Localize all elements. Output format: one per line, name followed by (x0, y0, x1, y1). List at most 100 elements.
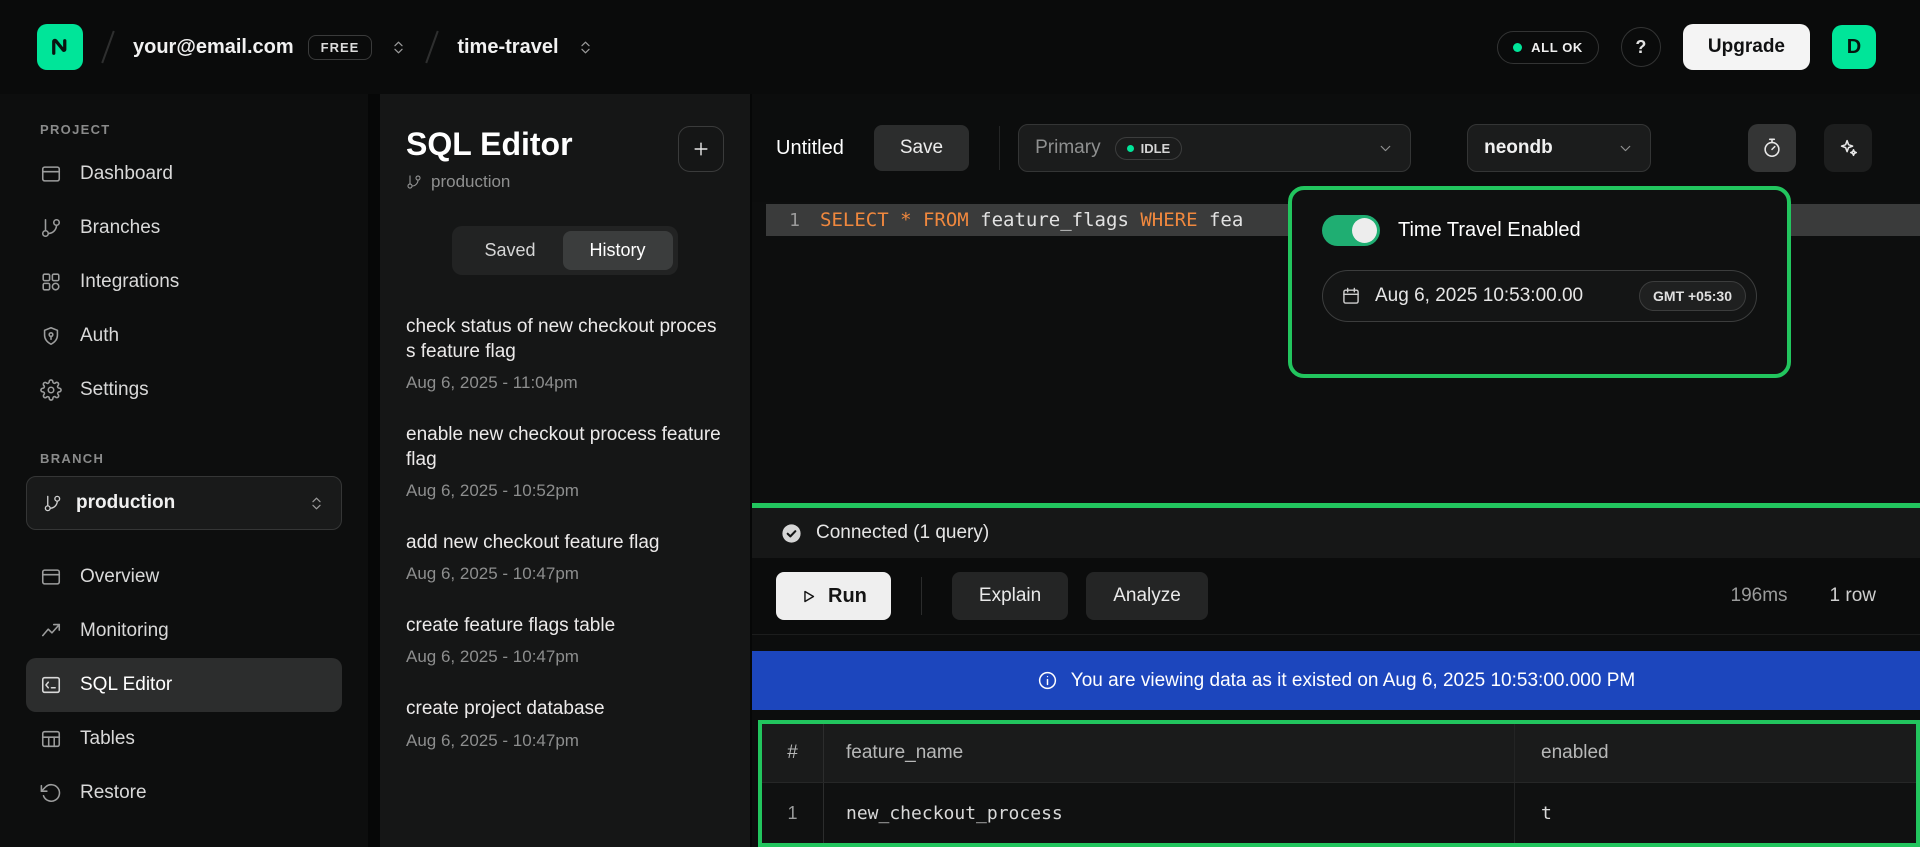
branches-icon (40, 217, 62, 239)
explain-button[interactable]: Explain (952, 572, 1068, 620)
monitoring-icon (40, 620, 62, 642)
sql-editor-panel: SQL Editor production Saved History chec… (380, 94, 750, 847)
sidebar-item-label: Integrations (80, 271, 179, 293)
toggle-knob (1352, 218, 1377, 243)
history-item[interactable]: create project database Aug 6, 2025 - 10… (406, 681, 724, 764)
stopwatch-icon (1761, 137, 1783, 159)
history-item-title: check status of new checkout process fea… (406, 314, 724, 364)
panel-branch: production (406, 172, 573, 192)
account-selector[interactable]: your@email.com FREE (133, 35, 407, 60)
neon-logo[interactable] (37, 24, 83, 70)
compute-state-badge: IDLE (1115, 137, 1183, 160)
sidebar-item-auth[interactable]: Auth (26, 309, 342, 363)
ai-assist-button[interactable] (1824, 124, 1872, 172)
results-table: # feature_name enabled 1 new_checkout_pr… (758, 720, 1920, 847)
actions-separator (921, 577, 922, 615)
sidebar-item-overview[interactable]: Overview (26, 550, 342, 604)
chevrons-up-down-icon[interactable] (577, 39, 594, 56)
upgrade-button[interactable]: Upgrade (1683, 24, 1810, 70)
sidebar-item-branches[interactable]: Branches (26, 201, 342, 255)
save-button[interactable]: Save (874, 125, 969, 171)
query-metrics: 196ms 1 row (1731, 585, 1877, 607)
sql-keyword: FROM (923, 209, 980, 231)
history-item-time: Aug 6, 2025 - 10:47pm (406, 564, 724, 584)
query-duration: 196ms (1731, 585, 1788, 607)
query-actions-bar: Run Explain Analyze 196ms 1 row (752, 558, 1920, 635)
status-dot (1513, 43, 1522, 52)
chevrons-up-down-icon[interactable] (390, 39, 407, 56)
avatar[interactable]: D (1832, 25, 1876, 69)
results-header-row: # feature_name enabled (762, 724, 1916, 782)
timezone-badge: GMT +05:30 (1639, 281, 1746, 311)
sparkles-icon (1837, 137, 1859, 159)
tab-history[interactable]: History (563, 231, 673, 270)
app-body: PROJECT Dashboard Branches Integrations … (0, 94, 1920, 847)
history-item-title: create project database (406, 696, 724, 721)
integrations-icon (40, 271, 62, 293)
database-name: neondb (1484, 137, 1553, 159)
saved-history-tabs: Saved History (452, 226, 677, 275)
cell-enabled: t (1514, 783, 1916, 843)
time-travel-button[interactable] (1748, 124, 1796, 172)
restore-icon (40, 782, 62, 804)
sidebar-item-tables[interactable]: Tables (26, 712, 342, 766)
history-item[interactable]: create feature flags table Aug 6, 2025 -… (406, 598, 724, 681)
new-query-button[interactable] (678, 126, 724, 172)
sidebar-item-monitoring[interactable]: Monitoring (26, 604, 342, 658)
sidebar-item-dashboard[interactable]: Dashboard (26, 147, 342, 201)
time-travel-toggle[interactable] (1322, 215, 1380, 246)
tab-saved[interactable]: Saved (457, 231, 562, 270)
cell-feature-name: new_checkout_process (824, 803, 1514, 824)
time-travel-banner: You are viewing data as it existed on Au… (752, 651, 1920, 710)
history-item[interactable]: check status of new checkout process fea… (406, 299, 724, 407)
sidebar-item-label: Tables (80, 728, 135, 750)
status-label: ALL OK (1531, 40, 1583, 55)
time-travel-datetime-input[interactable]: Aug 6, 2025 10:53:00.00 GMT +05:30 (1322, 270, 1757, 322)
status-badge[interactable]: ALL OK (1497, 31, 1599, 64)
section-label-project: PROJECT (40, 122, 342, 137)
sidebar-item-label: Branches (80, 217, 160, 239)
database-selector[interactable]: neondb (1467, 124, 1651, 172)
check-circle-icon (780, 522, 803, 545)
sidebar-item-sql-editor[interactable]: SQL Editor (26, 658, 342, 712)
compute-selector[interactable]: Primary IDLE (1018, 124, 1411, 172)
sql-keyword: SELECT (820, 209, 900, 231)
dashboard-icon (40, 163, 62, 185)
breadcrumb-separator (426, 31, 440, 64)
sidebar-item-label: Settings (80, 379, 149, 401)
history-item[interactable]: enable new checkout process feature flag… (406, 407, 724, 515)
history-item[interactable]: add new checkout feature flag Aug 6, 202… (406, 515, 724, 598)
section-label-branch: BRANCH (40, 451, 342, 466)
sql-editor-icon (40, 674, 62, 696)
branch-selector[interactable]: production (26, 476, 342, 530)
sidebar-item-label: Overview (80, 566, 159, 588)
sql-code-line: SELECT * FROM feature_flags WHERE fea (800, 209, 1243, 231)
help-icon: ? (1635, 37, 1646, 58)
top-bar: your@email.com FREE time-travel ALL OK ?… (0, 0, 1920, 94)
run-label: Run (828, 585, 867, 608)
help-button[interactable]: ? (1621, 27, 1661, 67)
run-button[interactable]: Run (776, 572, 891, 620)
sql-identifier: fea (1209, 209, 1243, 231)
sidebar-item-integrations[interactable]: Integrations (26, 255, 342, 309)
cell-row-number: 1 (762, 783, 824, 843)
sql-identifier: feature_flags (980, 209, 1140, 231)
sidebar-item-restore[interactable]: Restore (26, 766, 342, 820)
table-row: 1 new_checkout_process t (762, 782, 1916, 843)
sidebar-item-label: Restore (80, 782, 147, 804)
analyze-button[interactable]: Analyze (1086, 572, 1208, 620)
history-item-title: create feature flags table (406, 613, 724, 638)
header-actions: ALL OK ? Upgrade D (1497, 24, 1876, 70)
project-selector[interactable]: time-travel (457, 36, 593, 59)
tables-icon (40, 728, 62, 750)
overview-icon (40, 566, 62, 588)
chevrons-up-down-icon (308, 495, 325, 512)
branch-selector-value: production (76, 492, 175, 514)
time-travel-popup: Time Travel Enabled Aug 6, 2025 10:53:00… (1288, 186, 1791, 378)
sql-keyword: WHERE (1140, 209, 1209, 231)
line-number: 1 (766, 210, 800, 231)
settings-icon (40, 379, 62, 401)
sidebar-item-label: Dashboard (80, 163, 173, 185)
banner-text: You are viewing data as it existed on Au… (1071, 670, 1635, 692)
sidebar-item-settings[interactable]: Settings (26, 363, 342, 417)
